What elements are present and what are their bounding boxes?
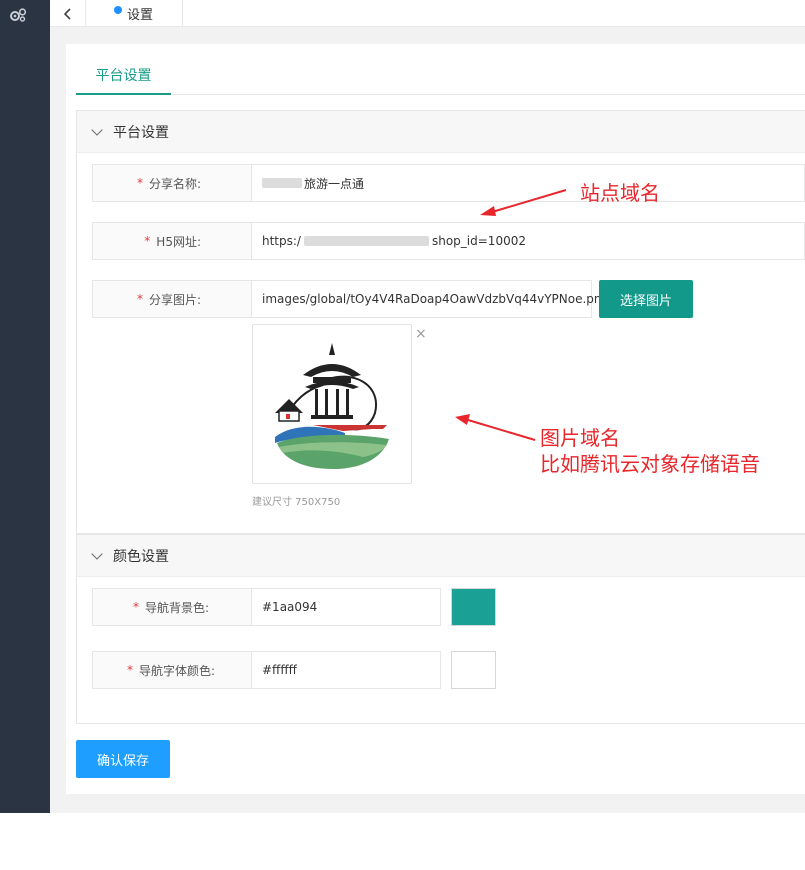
- arrow-image-domain: [455, 414, 536, 441]
- annotation-site-domain: 站点域名: [580, 181, 660, 205]
- arrow-site-domain: [480, 189, 567, 216]
- annotation-image-domain-example: 比如腾讯云对象存储语音: [540, 452, 760, 476]
- annotation-arrows: [455, 189, 567, 441]
- annotation-image-domain: 图片域名: [540, 426, 620, 450]
